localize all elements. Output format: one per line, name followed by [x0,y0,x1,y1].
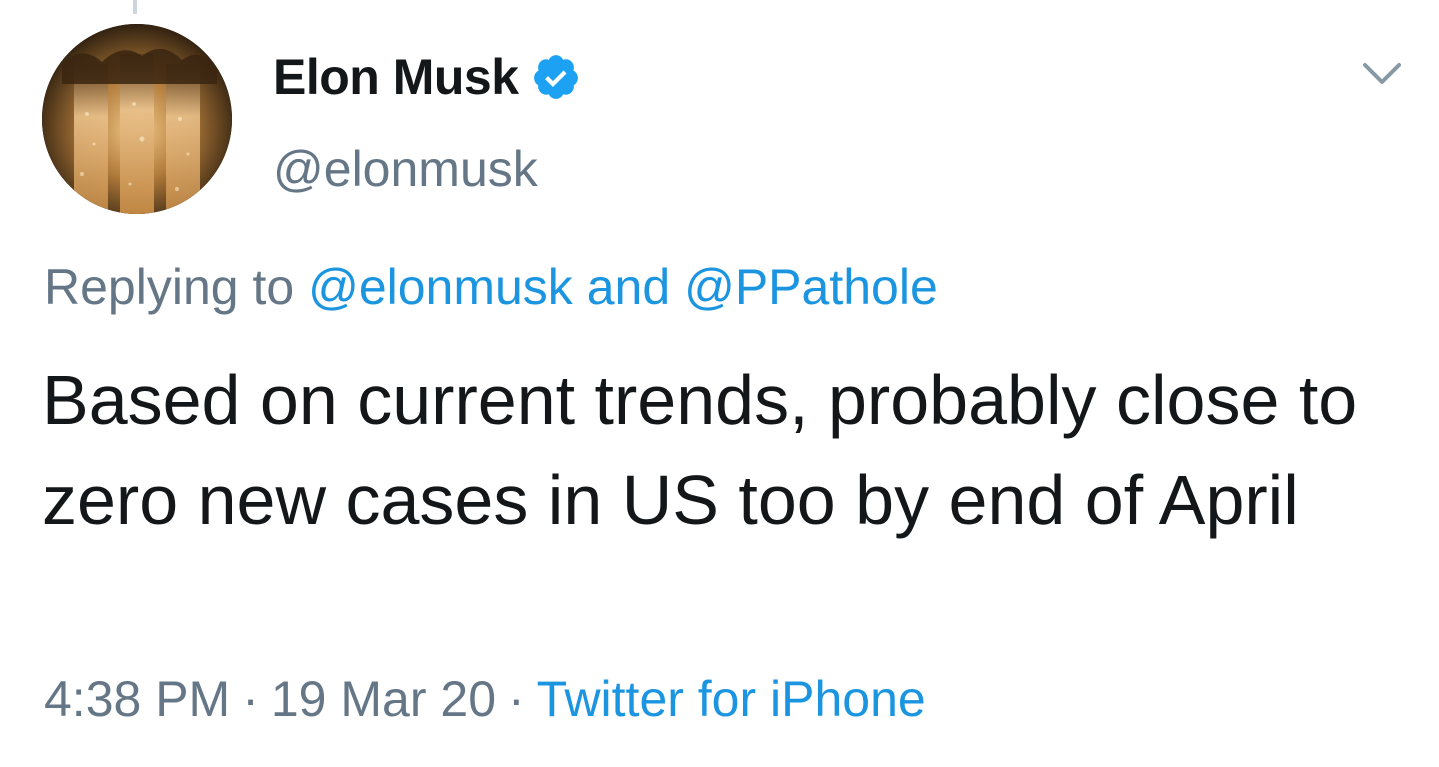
meta-separator: · [242,671,259,727]
tweet-source-link[interactable]: Twitter for iPhone [537,671,926,727]
replying-to-label: Replying to [44,259,295,315]
replying-to-line: Replying to @elonmusk and @PPathole [44,258,938,316]
tweet-date[interactable]: 19 Mar 20 [271,671,496,727]
meta-separator: · [508,671,525,727]
tweet-time[interactable]: 4:38 PM [44,671,230,727]
rocket-launch-avatar-image [42,24,232,214]
author-display-name[interactable]: Elon Musk [273,48,519,106]
verified-badge-icon [533,55,578,99]
thread-connector-line [133,0,137,14]
reply-conjunction: and [586,259,671,315]
tweet-meta: 4:38 PM · 19 Mar 20 · Twitter for iPhone [44,670,926,728]
chevron-down-icon[interactable] [1362,60,1402,88]
reply-mention-link[interactable]: @elonmusk [308,259,573,315]
reply-mention-link[interactable]: @PPathole [684,259,938,315]
author-name-row: Elon Musk [273,42,581,112]
avatar[interactable] [42,24,232,214]
author-handle[interactable]: @elonmusk [273,140,538,198]
tweet-text: Based on current trends, probably close … [42,361,1358,539]
